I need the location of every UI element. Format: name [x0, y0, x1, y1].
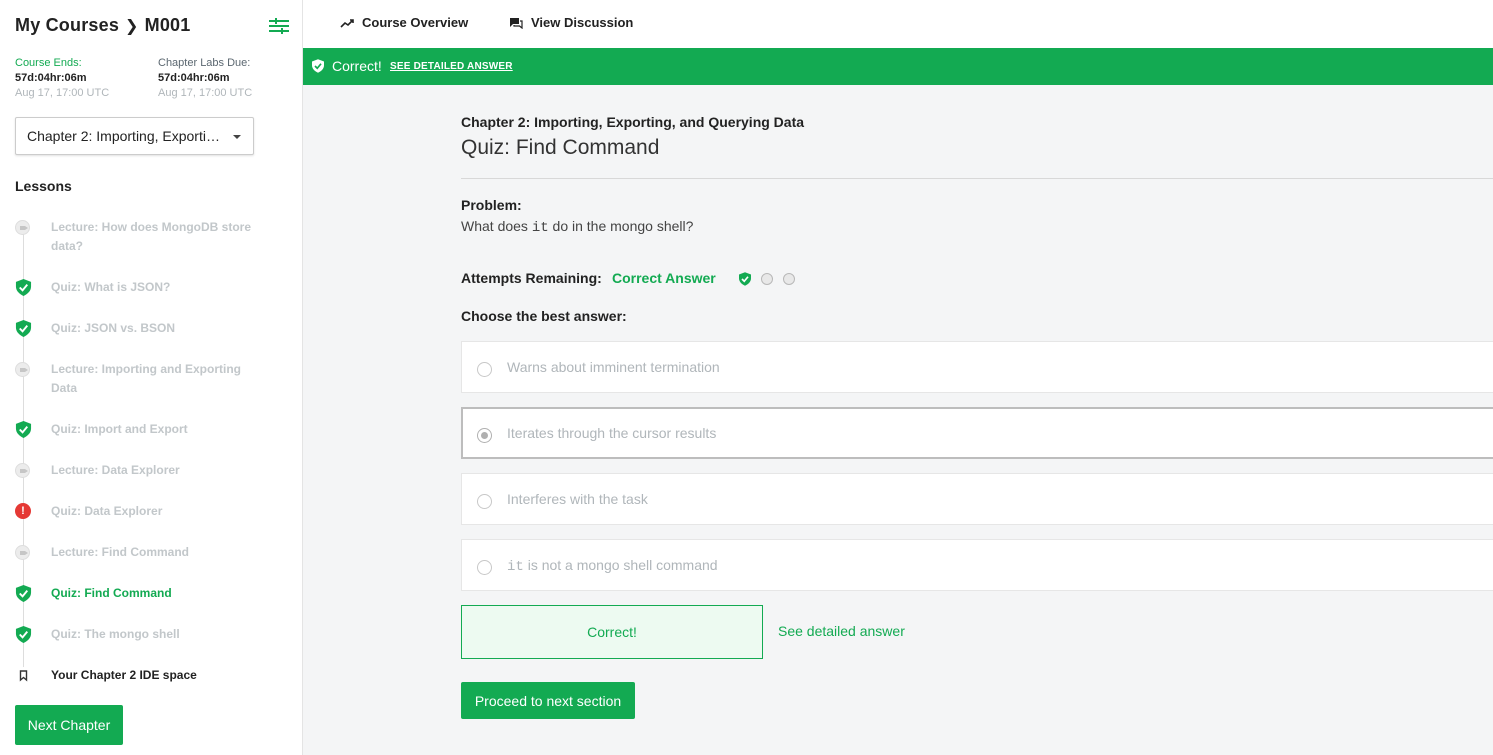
course-ends-date: Aug 17, 17:00 UTC — [15, 87, 110, 99]
answer-option[interactable]: Warns about imminent termination — [461, 341, 1493, 393]
attempts-label: Attempts Remaining: — [461, 270, 602, 286]
answer-code: it — [507, 559, 524, 575]
trending-up-icon — [340, 18, 354, 28]
course-ends-label: Course Ends: — [15, 57, 82, 69]
attempt-dot-icon — [761, 273, 773, 285]
problem-text-pre: What does — [461, 218, 532, 234]
lesson-label: Lecture: Data Explorer — [51, 463, 180, 477]
caret-down-icon — [233, 135, 241, 139]
video-icon — [15, 362, 32, 379]
page-title: Quiz: Find Command — [461, 136, 660, 159]
result-banner: Correct! SEE DETAILED ANSWER — [303, 48, 1493, 85]
chapter-title: Chapter 2: Importing, Exporting, and Que… — [461, 114, 805, 130]
lesson-label: Quiz: JSON vs. BSON — [51, 321, 176, 335]
answer-text: is not a mongo shell command — [523, 557, 718, 573]
chapter-select[interactable]: Chapter 2: Importing, Exporting, and Que… — [15, 117, 254, 155]
lesson-label: Quiz: Find Command — [51, 586, 172, 600]
check-shield-icon — [15, 320, 32, 337]
problem-label: Problem: — [461, 197, 522, 213]
attempts-value: Correct Answer — [612, 270, 716, 286]
attempt-dot-icon — [783, 273, 795, 285]
divider — [461, 178, 1493, 179]
attempt-check-icon — [739, 272, 751, 286]
choose-label: Choose the best answer: — [461, 308, 627, 324]
check-shield-icon — [15, 585, 32, 602]
answer-option-label: it is not a mongo shell command — [507, 557, 718, 575]
lesson-label: Lecture: Importing and Exporting Data — [51, 362, 242, 395]
check-shield-icon — [15, 279, 32, 296]
answer-option-label: Iterates through the cursor results — [507, 425, 716, 443]
breadcrumb: My Courses ❯ M001 — [15, 15, 190, 36]
bookmark-icon — [15, 667, 32, 684]
breadcrumb-my-courses[interactable]: My Courses — [15, 15, 119, 35]
nav-view-discussion[interactable]: View Discussion — [509, 15, 633, 30]
chapter-select-value: Chapter 2: Importing, Exporting, and Que… — [27, 128, 227, 144]
lessons-heading: Lessons — [15, 178, 72, 194]
breadcrumb-course: M001 — [144, 15, 191, 35]
answer-text: Warns about imminent termination — [507, 359, 720, 375]
sidebar: My Courses ❯ M001 Course Ends: 57d:04hr:06… — [0, 0, 303, 755]
video-icon — [15, 220, 32, 237]
course-ends-countdown: 57d:04hr:06m — [15, 72, 87, 84]
answer-option-label: Interferes with the task — [507, 491, 648, 509]
radio-icon — [477, 362, 492, 377]
video-icon — [15, 545, 32, 562]
top-nav: Course Overview View Discussion — [303, 0, 1493, 48]
answer-option[interactable]: it is not a mongo shell command — [461, 539, 1493, 591]
lesson-label: Lecture: How does MongoDB store data? — [51, 220, 252, 253]
nav-view-discussion-label: View Discussion — [531, 15, 634, 30]
chevron-right-icon: ❯ — [125, 18, 139, 35]
answer-text: Interferes with the task — [507, 491, 648, 507]
radio-icon — [477, 494, 492, 509]
proceed-next-section-button[interactable]: Proceed to next section — [461, 682, 635, 719]
lesson-label: Quiz: What is JSON? — [51, 280, 171, 294]
radio-selected-icon — [477, 428, 492, 443]
answer-option-selected[interactable]: Iterates through the cursor results — [461, 407, 1493, 459]
menu-icon[interactable] — [269, 18, 289, 34]
nav-course-overview[interactable]: Course Overview — [340, 15, 468, 30]
banner-message: Correct! — [332, 58, 382, 74]
course-ends: Course Ends: 57d:04hr:06m Aug 17, 17:00 … — [15, 56, 109, 101]
check-shield-icon — [15, 626, 32, 643]
labs-due-countdown: 57d:04hr:06m — [158, 72, 230, 84]
labs-due-date: Aug 17, 17:00 UTC — [158, 87, 253, 99]
problem-text-post: do in the mongo shell? — [548, 218, 694, 234]
answer-option[interactable]: Interferes with the task — [461, 473, 1493, 525]
check-shield-icon — [15, 421, 32, 438]
problem-question: What does it do in the mongo shell? — [461, 218, 693, 236]
check-shield-icon — [312, 59, 324, 73]
lesson-label: Quiz: The mongo shell — [51, 627, 180, 641]
nav-course-overview-label: Course Overview — [362, 15, 469, 30]
error-icon: ! — [15, 503, 32, 520]
see-detailed-answer-link[interactable]: See detailed answer — [778, 623, 905, 639]
chat-icon — [510, 17, 523, 29]
answer-text: Iterates through the cursor results — [507, 425, 717, 441]
next-chapter-button[interactable]: Next Chapter — [15, 705, 123, 745]
lesson-label: Lecture: Find Command — [51, 545, 190, 559]
labs-due-label: Chapter Labs Due: — [158, 57, 251, 69]
labs-due: Chapter Labs Due: 57d:04hr:06m Aug 17, 1… — [158, 56, 252, 101]
radio-icon — [477, 560, 492, 575]
lesson-label: Quiz: Import and Export — [51, 422, 188, 436]
result-box: Correct! — [461, 605, 763, 659]
lesson-label: Your Chapter 2 IDE space — [51, 668, 197, 682]
lesson-label: Quiz: Data Explorer — [51, 504, 163, 518]
video-icon — [15, 463, 32, 480]
banner-detailed-answer-link[interactable]: SEE DETAILED ANSWER — [390, 61, 513, 72]
answer-option-label: Warns about imminent termination — [507, 359, 720, 377]
problem-code: it — [531, 220, 549, 236]
